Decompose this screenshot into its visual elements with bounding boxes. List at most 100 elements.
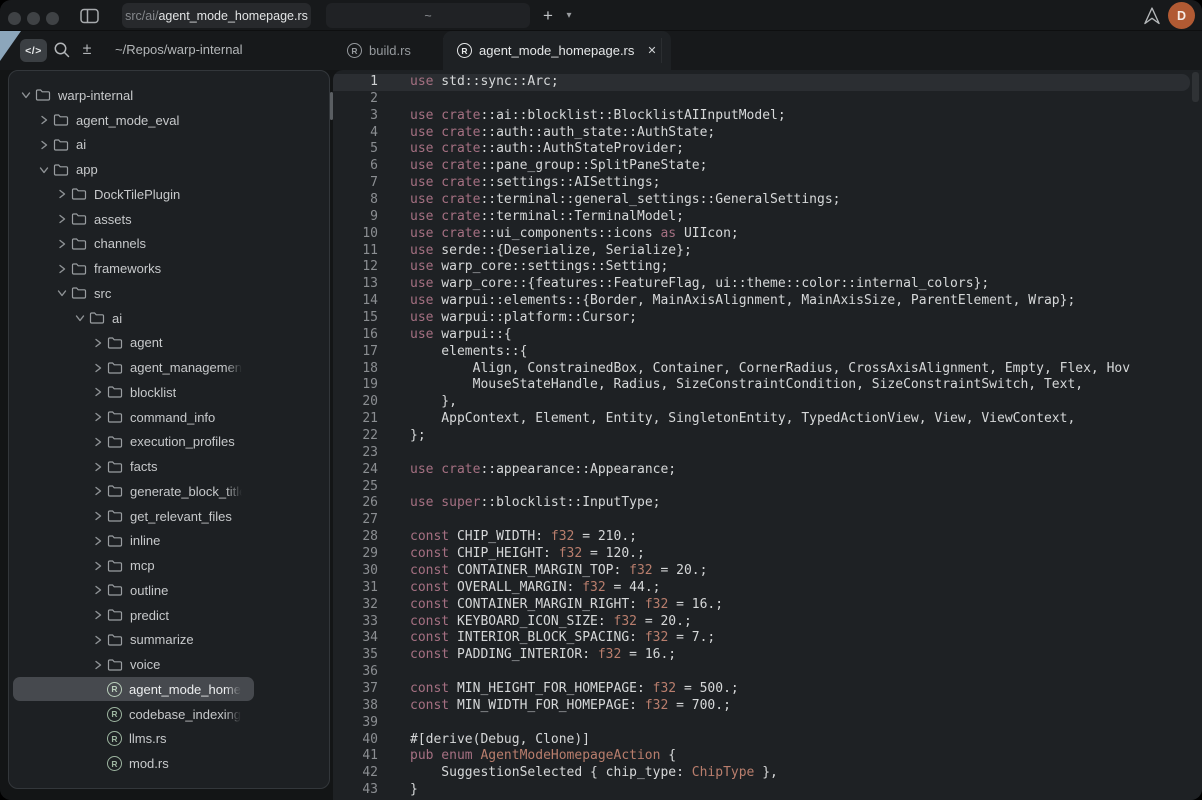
tree-folder-item[interactable]: ai: [9, 133, 329, 158]
user-avatar[interactable]: D: [1168, 2, 1195, 29]
tree-folder-item[interactable]: DockTilePlugin: [9, 182, 329, 207]
code-line[interactable]: 38const MIN_WIDTH_FOR_HOMEPAGE: f32 = 70…: [333, 698, 1202, 715]
tree-folder-item[interactable]: mcp: [9, 553, 329, 578]
code-line[interactable]: 2: [333, 91, 1202, 108]
tree-folder-item[interactable]: channels: [9, 232, 329, 257]
close-window-button[interactable]: [8, 12, 21, 25]
code-line[interactable]: 7use crate::settings::AISettings;: [333, 175, 1202, 192]
code-line[interactable]: 13use warp_core::{features::FeatureFlag,…: [333, 276, 1202, 293]
code-line[interactable]: 37const MIN_HEIGHT_FOR_HOMEPAGE: f32 = 5…: [333, 681, 1202, 698]
code-line[interactable]: 20 },: [333, 394, 1202, 411]
terminal-tab-active[interactable]: src/ai/agent_mode_homepage.rs: [122, 3, 311, 28]
code-line[interactable]: 14use warpui::elements::{Border, MainAxi…: [333, 293, 1202, 310]
chevron-right-icon[interactable]: [57, 239, 71, 249]
tree-folder-item[interactable]: command_info: [9, 405, 329, 430]
code-panel-button[interactable]: </>: [20, 39, 47, 62]
new-tab-button[interactable]: +: [536, 3, 560, 28]
chevron-right-icon[interactable]: [93, 561, 107, 571]
tree-folder-item[interactable]: agent_management: [9, 355, 329, 380]
tree-folder-item[interactable]: generate_block_titles: [9, 479, 329, 504]
code-line[interactable]: 12use warp_core::settings::Setting;: [333, 259, 1202, 276]
chevron-right-icon[interactable]: [57, 189, 71, 199]
tree-folder-item[interactable]: get_relevant_files: [9, 504, 329, 529]
code-line[interactable]: 34const INTERIOR_BLOCK_SPACING: f32 = 7.…: [333, 630, 1202, 647]
chevron-right-icon[interactable]: [93, 610, 107, 620]
code-line[interactable]: 36: [333, 664, 1202, 681]
sidebar-toggle-icon[interactable]: [79, 7, 101, 25]
code-line[interactable]: 29const CHIP_HEIGHT: f32 = 120.;: [333, 546, 1202, 563]
code-line-current[interactable]: 1use std::sync::Arc;: [333, 74, 1202, 91]
code-editor-pane[interactable]: 1use std::sync::Arc;23use crate::ai::blo…: [333, 70, 1202, 800]
close-tab-icon[interactable]: ✕: [647, 44, 656, 57]
code-line[interactable]: 42 SuggestionSelected { chip_type: ChipT…: [333, 765, 1202, 782]
chevron-down-icon[interactable]: [39, 165, 53, 175]
tree-folder-item[interactable]: inline: [9, 529, 329, 554]
editor-scrollbar-thumb[interactable]: [1192, 72, 1199, 102]
warp-logo-icon[interactable]: [1141, 6, 1163, 26]
chevron-right-icon[interactable]: [93, 363, 107, 373]
code-line[interactable]: 21 AppContext, Element, Entity, Singleto…: [333, 411, 1202, 428]
code-line[interactable]: 28const CHIP_WIDTH: f32 = 210.;: [333, 529, 1202, 546]
code-line[interactable]: 19 MouseStateHandle, Radius, SizeConstra…: [333, 377, 1202, 394]
search-icon[interactable]: [53, 41, 71, 59]
chevron-right-icon[interactable]: [93, 462, 107, 472]
chevron-down-icon[interactable]: [21, 90, 35, 100]
tree-folder-item[interactable]: facts: [9, 454, 329, 479]
tree-file-item[interactable]: Ragent_mode_homepage.rs: [9, 677, 329, 702]
chevron-right-icon[interactable]: [93, 338, 107, 348]
chevron-right-icon[interactable]: [93, 387, 107, 397]
code-line[interactable]: 31const OVERALL_MARGIN: f32 = 44.;: [333, 580, 1202, 597]
code-line[interactable]: 40#[derive(Debug, Clone)]: [333, 732, 1202, 749]
code-line[interactable]: 26use super::blocklist::InputType;: [333, 495, 1202, 512]
tree-folder-item[interactable]: outline: [9, 578, 329, 603]
code-line[interactable]: 3use crate::ai::blocklist::BlocklistAIIn…: [333, 108, 1202, 125]
tree-folder-item[interactable]: warp-internal: [9, 83, 329, 108]
tree-folder-item[interactable]: voice: [9, 652, 329, 677]
code-line[interactable]: 6use crate::pane_group::SplitPaneState;: [333, 158, 1202, 175]
tree-folder-item[interactable]: assets: [9, 207, 329, 232]
code-line[interactable]: 22};: [333, 428, 1202, 445]
tree-folder-item[interactable]: blocklist: [9, 380, 329, 405]
code-line[interactable]: 16use warpui::{: [333, 327, 1202, 344]
zoom-window-button[interactable]: [46, 12, 59, 25]
code-line[interactable]: 18 Align, ConstrainedBox, Container, Cor…: [333, 361, 1202, 378]
code-line[interactable]: 35const PADDING_INTERIOR: f32 = 16.;: [333, 647, 1202, 664]
tree-file-item[interactable]: Rllms.rs: [9, 727, 329, 752]
code-line[interactable]: 9use crate::terminal::TerminalModel;: [333, 209, 1202, 226]
tree-folder-item[interactable]: src: [9, 281, 329, 306]
code-line[interactable]: 41pub enum AgentModeHomepageAction {: [333, 748, 1202, 765]
tree-folder-item[interactable]: agent_mode_eval: [9, 108, 329, 133]
chevron-right-icon[interactable]: [93, 412, 107, 422]
code-line[interactable]: 33const KEYBOARD_ICON_SIZE: f32 = 20.;: [333, 614, 1202, 631]
chevron-right-icon[interactable]: [57, 214, 71, 224]
code-line[interactable]: 24use crate::appearance::Appearance;: [333, 462, 1202, 479]
editor-tab[interactable]: Rbuild.rs: [333, 31, 425, 70]
tree-folder-item[interactable]: frameworks: [9, 256, 329, 281]
code-line[interactable]: 27: [333, 512, 1202, 529]
code-line[interactable]: 30const CONTAINER_MARGIN_TOP: f32 = 20.;: [333, 563, 1202, 580]
code-line[interactable]: 5use crate::auth::AuthStateProvider;: [333, 141, 1202, 158]
chevron-right-icon[interactable]: [93, 585, 107, 595]
chevron-down-icon[interactable]: [75, 313, 89, 323]
chevron-right-icon[interactable]: [39, 115, 53, 125]
chevron-right-icon[interactable]: [57, 264, 71, 274]
diff-plusminus-icon[interactable]: ±: [78, 41, 96, 59]
tree-file-item[interactable]: Rmod.rs: [9, 751, 329, 776]
code-line[interactable]: 15use warpui::platform::Cursor;: [333, 310, 1202, 327]
code-line[interactable]: 43}: [333, 782, 1202, 799]
chevron-right-icon[interactable]: [93, 635, 107, 645]
tree-folder-item[interactable]: agent: [9, 331, 329, 356]
tree-folder-item[interactable]: execution_profiles: [9, 430, 329, 455]
chevron-down-icon[interactable]: [57, 288, 71, 298]
code-line[interactable]: 4use crate::auth::auth_state::AuthState;: [333, 125, 1202, 142]
chevron-right-icon[interactable]: [93, 437, 107, 447]
chevron-right-icon[interactable]: [39, 140, 53, 150]
minimize-window-button[interactable]: [27, 12, 40, 25]
chevron-right-icon[interactable]: [93, 511, 107, 521]
tree-folder-item[interactable]: predict: [9, 603, 329, 628]
code-line[interactable]: 8use crate::terminal::general_settings::…: [333, 192, 1202, 209]
code-line[interactable]: 25: [333, 479, 1202, 496]
tab-list-chevron-icon[interactable]: ▾: [560, 3, 578, 28]
tree-folder-item[interactable]: app: [9, 157, 329, 182]
tree-folder-item[interactable]: summarize: [9, 628, 329, 653]
